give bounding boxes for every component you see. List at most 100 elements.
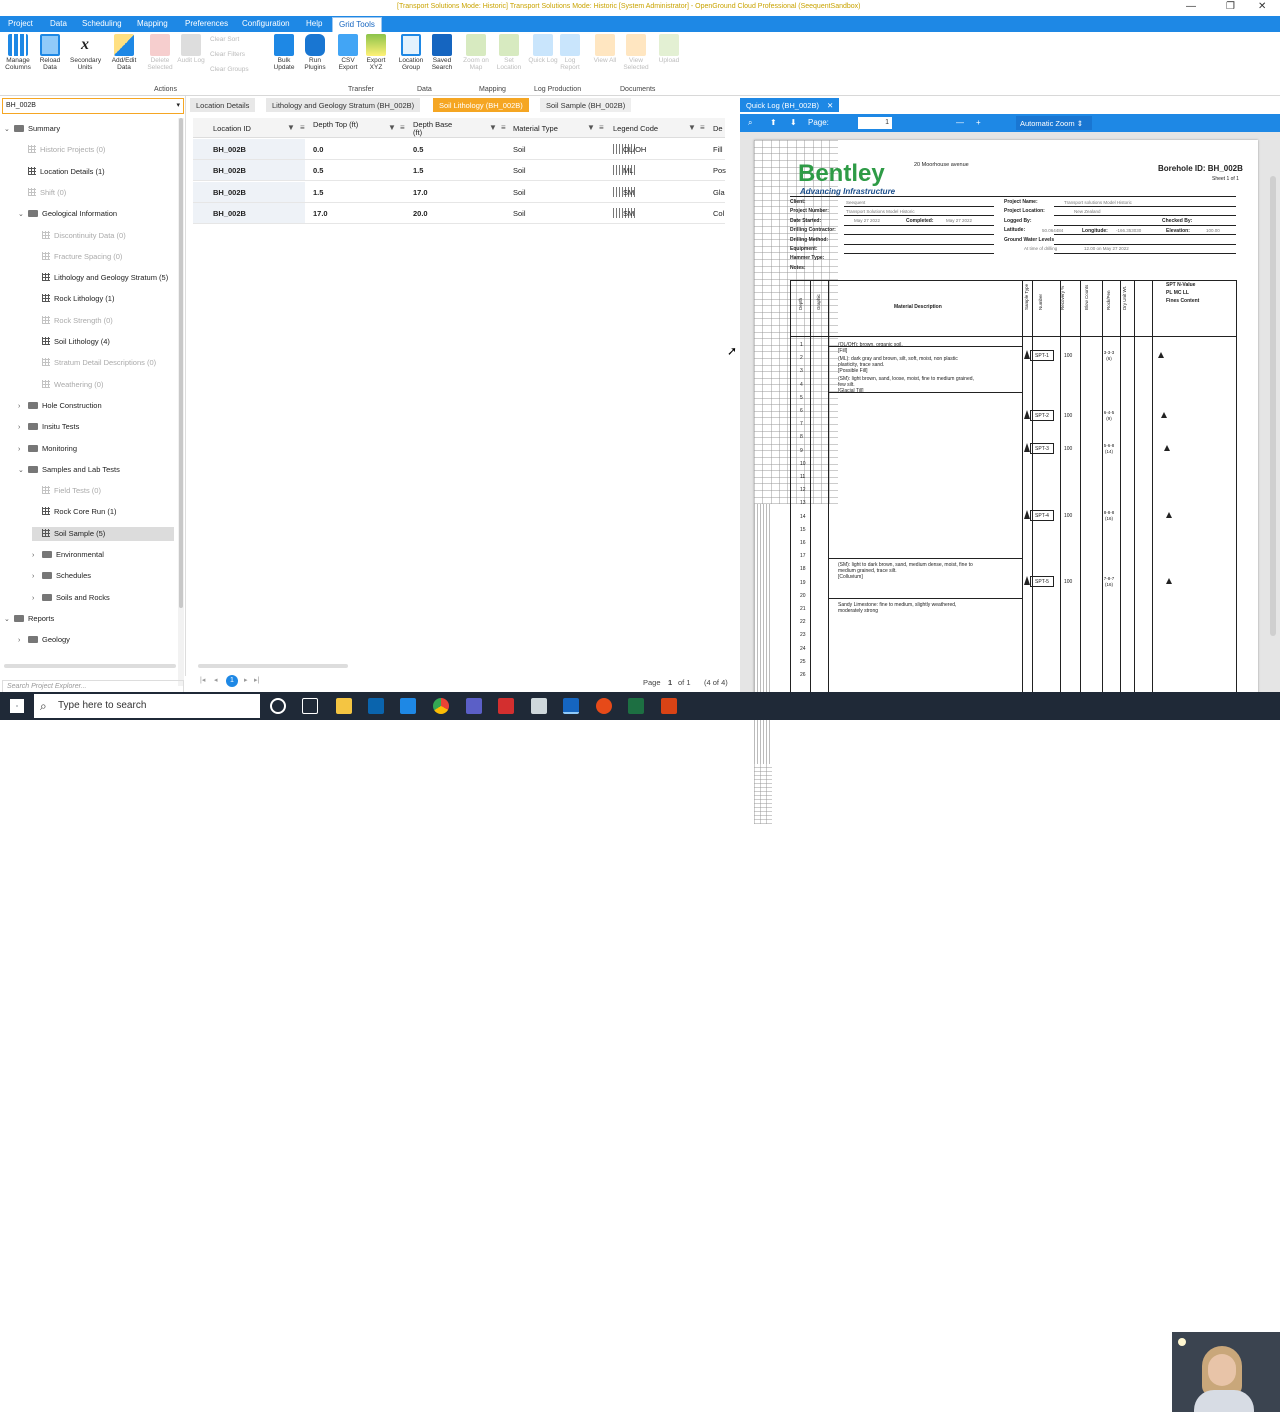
minimize-icon[interactable]: — — [1186, 1, 1196, 12]
log-report-button[interactable]: Log Report — [555, 34, 585, 71]
col-description[interactable]: De — [713, 125, 723, 133]
table-cell[interactable]: SM — [623, 209, 634, 218]
table-cell[interactable]: Soil — [513, 188, 526, 197]
table-cell[interactable]: 0.0 — [313, 145, 323, 154]
table-cell[interactable]: OL/OH — [623, 145, 646, 154]
table-row[interactable]: BH_002B0.00.5SoilOL/OHFill — [193, 139, 725, 160]
table-cell[interactable]: 0.5 — [313, 166, 323, 175]
chevron-right-icon[interactable]: › — [32, 549, 40, 563]
csv-export-button[interactable]: CSV Export — [333, 34, 363, 71]
menu-grid-tools[interactable]: Grid Tools — [332, 17, 382, 32]
store-icon[interactable] — [400, 698, 416, 714]
table-cell[interactable]: BH_002B — [213, 166, 246, 175]
clear-groups-button[interactable]: Clear Groups — [210, 66, 249, 73]
tree-item[interactable]: Location Details (1) — [18, 165, 105, 179]
tab-quick-log[interactable]: Quick Log (BH_002B)✕ — [740, 98, 839, 112]
clear-sort-button[interactable]: Clear Sort — [210, 36, 239, 43]
next-page-icon[interactable]: ⬇ — [790, 118, 797, 127]
secondary-units-button[interactable]: xSecondary Units — [70, 34, 100, 71]
menu-project[interactable]: Project — [8, 19, 33, 28]
table-cell[interactable]: Soil — [513, 145, 526, 154]
table-cell[interactable]: Soil — [513, 209, 526, 218]
tab-lithology-geology-stratum[interactable]: Lithology and Geology Stratum (BH_002B) — [266, 98, 420, 112]
menu-configuration[interactable]: Configuration — [242, 19, 290, 28]
close-icon[interactable]: ✕ — [1258, 1, 1266, 12]
table-cell[interactable]: Col — [713, 209, 724, 218]
filter-icon[interactable]: ▼ — [388, 123, 396, 132]
col-legend-code[interactable]: Legend Code — [613, 125, 658, 133]
tree-item[interactable]: ›Soils and Rocks — [32, 591, 110, 605]
taskbar-search-input[interactable]: ⌕Type here to search — [34, 694, 260, 718]
table-cell[interactable]: BH_002B — [213, 188, 246, 197]
chevron-right-icon[interactable]: › — [18, 634, 26, 648]
menu-mapping[interactable]: Mapping — [137, 19, 168, 28]
delete-selected-button[interactable]: Delete Selected — [145, 34, 175, 71]
notepad-icon[interactable] — [531, 698, 547, 714]
tree-item[interactable]: ›Geology — [18, 633, 70, 647]
table-cell[interactable]: 17.0 — [413, 188, 428, 197]
tree-item[interactable]: ›Hole Construction — [18, 399, 102, 413]
manage-columns-button[interactable]: Manage Columns — [3, 34, 33, 71]
clear-filters-button[interactable]: Clear Filters — [210, 51, 245, 58]
view-selected-button[interactable]: View Selected — [621, 34, 651, 71]
table-cell[interactable]: 20.0 — [413, 209, 428, 218]
table-row[interactable]: BH_002B0.51.5SoilMLPos — [193, 160, 725, 181]
tab-soil-sample[interactable]: Soil Sample (BH_002B) — [540, 98, 631, 112]
filter-icon[interactable]: ▼ — [287, 123, 295, 132]
close-tab-icon[interactable]: ✕ — [827, 101, 833, 110]
tab-soil-lithology[interactable]: Soil Lithology (BH_002B) — [433, 98, 529, 112]
windows-start-icon[interactable] — [10, 699, 24, 713]
app-icon[interactable] — [661, 698, 677, 714]
filter-icon[interactable]: ▼ — [688, 123, 696, 132]
file-explorer-icon[interactable] — [336, 698, 352, 714]
viewer-scrollbar[interactable] — [1270, 176, 1276, 636]
upload-button[interactable]: Upload — [654, 34, 684, 64]
tree-item[interactable]: ⌄Samples and Lab Tests — [18, 463, 120, 477]
menu-help[interactable]: Help — [306, 19, 322, 28]
table-row[interactable]: BH_002B17.020.0SoilSMCol — [193, 203, 725, 224]
chevron-down-icon[interactable]: ⌄ — [18, 208, 26, 222]
chrome-icon[interactable] — [433, 698, 449, 714]
chevron-right-icon[interactable]: › — [18, 421, 26, 435]
prev-page-icon[interactable]: ◂ — [214, 676, 218, 684]
prev-page-icon[interactable]: ⬆ — [770, 118, 777, 127]
menu-data[interactable]: Data — [50, 19, 67, 28]
cortana-icon[interactable] — [270, 698, 286, 714]
col-material-type[interactable]: Material Type — [513, 125, 558, 133]
chevron-right-icon[interactable]: › — [32, 592, 40, 606]
last-page-icon[interactable]: ▸| — [254, 676, 259, 684]
chevron-right-icon[interactable]: › — [18, 443, 26, 457]
run-plugins-button[interactable]: Run Plugins — [300, 34, 330, 71]
audit-log-button[interactable]: Audit Log — [176, 34, 206, 64]
tree-item[interactable]: Rock Core Run (1) — [32, 505, 117, 519]
recorder-icon[interactable] — [596, 698, 612, 714]
tree-item[interactable]: Shift (0) — [18, 186, 66, 200]
menu-scheduling[interactable]: Scheduling — [82, 19, 122, 28]
table-cell[interactable]: BH_002B — [213, 145, 246, 154]
excel-icon[interactable] — [628, 698, 644, 714]
first-page-icon[interactable]: |◂ — [200, 676, 205, 684]
outlook-icon[interactable] — [368, 698, 384, 714]
explorer-hscrollbar[interactable] — [4, 664, 176, 668]
zoom-select[interactable]: Automatic Zoom ⇕ — [1016, 116, 1092, 130]
chevron-down-icon[interactable]: ⌄ — [18, 464, 26, 478]
menu-icon[interactable]: ≡ — [300, 123, 305, 132]
tree-item[interactable]: Rock Strength (0) — [32, 314, 113, 328]
location-selector[interactable]: BH_002B▾ — [2, 98, 184, 114]
reload-data-button[interactable]: Reload Data — [35, 34, 65, 71]
tab-location-details[interactable]: Location Details — [190, 98, 255, 112]
table-cell[interactable]: 1.5 — [313, 188, 323, 197]
openground-icon[interactable] — [563, 698, 579, 714]
chevron-right-icon[interactable]: › — [32, 570, 40, 584]
filter-icon[interactable]: ▼ — [489, 123, 497, 132]
tree-item[interactable]: Field Tests (0) — [32, 484, 101, 498]
set-location-button[interactable]: Set Location — [494, 34, 524, 71]
tree-item[interactable]: Soil Lithology (4) — [32, 335, 110, 349]
location-group-button[interactable]: Location Group — [396, 34, 426, 71]
table-cell[interactable]: 17.0 — [313, 209, 328, 218]
tree-item[interactable]: Soil Sample (5) — [32, 527, 174, 541]
tree-item[interactable]: Weathering (0) — [32, 378, 103, 392]
tree-item[interactable]: ⌄Geological Information — [18, 207, 117, 221]
chevron-right-icon[interactable]: › — [18, 400, 26, 414]
col-location-id[interactable]: Location ID — [213, 125, 251, 133]
